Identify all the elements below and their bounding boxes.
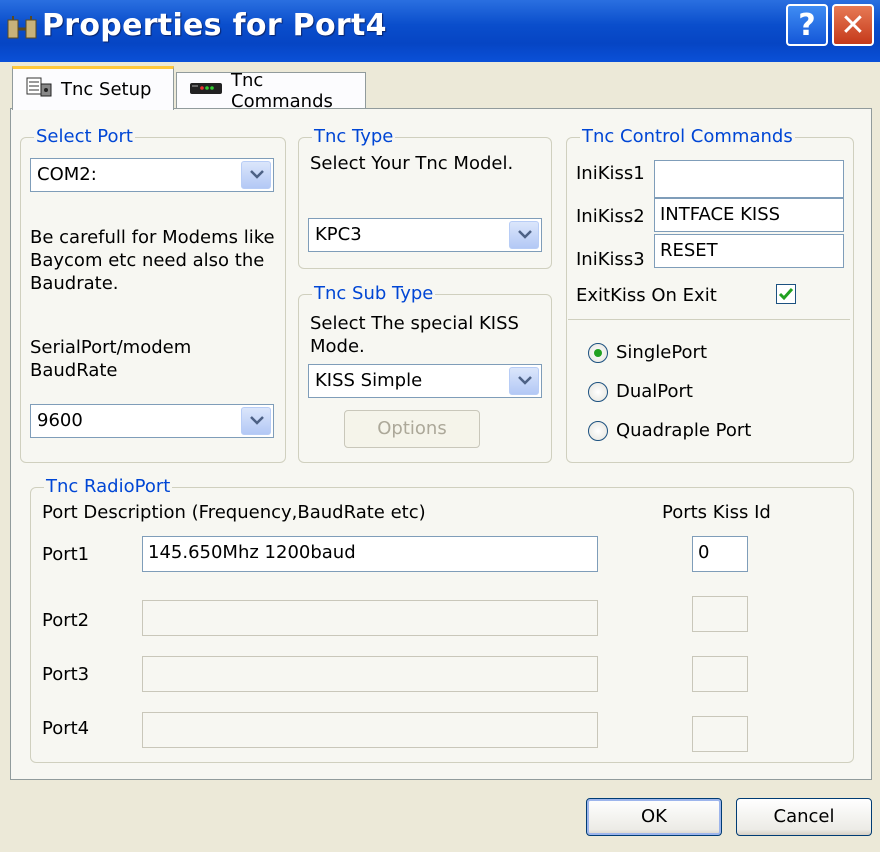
close-button[interactable]: ✕ — [832, 4, 874, 46]
radio-button[interactable] — [588, 342, 608, 363]
radio-singleport-label: SinglePort — [616, 342, 708, 363]
baudrate-select[interactable]: 9600 — [30, 404, 274, 438]
chevron-down-icon[interactable] — [241, 407, 271, 435]
modem-icon — [189, 80, 223, 101]
kiss-mode-value: KISS Simple — [315, 370, 423, 391]
checkmark-icon — [778, 288, 794, 301]
ok-button[interactable]: OK — [586, 798, 722, 836]
radio-dualport-label: DualPort — [616, 381, 693, 402]
port4-description-input[interactable] — [142, 712, 598, 748]
port2-description-input[interactable] — [142, 600, 598, 636]
baudrate-label-line: BaudRate — [30, 360, 118, 381]
inikiss1-input[interactable] — [654, 160, 844, 198]
chevron-down-icon[interactable] — [509, 367, 539, 395]
cancel-button[interactable]: Cancel — [736, 798, 872, 836]
tnc-model-value: KPC3 — [315, 224, 362, 245]
inikiss3-label: IniKiss3 — [576, 249, 645, 270]
port3-description-input[interactable] — [142, 656, 598, 692]
tab-tnc-commands-label: Tnc Commands — [231, 69, 333, 112]
tnc-sub-type-legend: Tnc Sub Type — [312, 283, 436, 304]
exitkiss-checkbox[interactable] — [776, 284, 796, 304]
radio-quadrapleport[interactable]: Quadraple Port — [588, 419, 751, 442]
window-title: Properties for Port4 — [42, 8, 387, 43]
modem-note-line: Baudrate. — [30, 273, 119, 294]
options-button[interactable]: Options — [344, 410, 480, 448]
modem-note: Be carefull for Modems like Baycom etc n… — [30, 226, 280, 295]
baudrate-label: SerialPort/modem BaudRate — [30, 336, 280, 382]
tnc-model-select[interactable]: KPC3 — [308, 218, 542, 252]
baudrate-label-line: SerialPort/modem — [30, 337, 192, 358]
tab-tnc-setup-label: Tnc Setup — [61, 79, 152, 100]
port3-label: Port3 — [42, 664, 90, 685]
radio-dot — [594, 348, 602, 357]
exitkiss-label: ExitKiss On Exit — [576, 285, 717, 306]
radio-button[interactable] — [588, 420, 608, 441]
control-commands-legend: Tnc Control Commands — [580, 126, 795, 147]
port1-label: Port1 — [42, 544, 90, 565]
port-select-value: COM2: — [37, 164, 97, 185]
modem-note-line: Baycom etc need also the — [30, 250, 265, 271]
tab-tnc-commands[interactable]: Tnc Commands — [176, 70, 366, 112]
inikiss1-label: IniKiss1 — [576, 163, 645, 184]
port1-description-input[interactable]: 145.650Mhz 1200baud — [142, 536, 598, 572]
chevron-down-icon[interactable] — [509, 221, 539, 249]
app-icon — [6, 14, 40, 46]
tnc-sub-type-hint-line: Mode. — [310, 336, 365, 357]
port4-label: Port4 — [42, 718, 90, 739]
tnc-sub-type-hint-line: Select The special KISS — [310, 313, 519, 334]
inikiss3-input[interactable]: RESET — [654, 234, 844, 268]
baudrate-select-value: 9600 — [37, 410, 83, 431]
kiss-id-header: Ports Kiss Id — [662, 502, 771, 523]
help-button[interactable]: ? — [786, 4, 828, 46]
radio-singleport[interactable]: SinglePort — [588, 341, 707, 364]
modem-note-line: Be carefull for Modems like — [30, 227, 275, 248]
port4-kiss-id-input[interactable] — [692, 716, 748, 752]
tnc-type-legend: Tnc Type — [312, 126, 396, 147]
port2-label: Port2 — [42, 610, 90, 631]
radio-port-legend: Tnc RadioPort — [44, 476, 173, 497]
chevron-down-icon[interactable] — [241, 161, 271, 189]
radio-quadrapleport-label: Quadraple Port — [616, 420, 752, 441]
kiss-mode-select[interactable]: KISS Simple — [308, 364, 542, 398]
port-select[interactable]: COM2: — [30, 158, 274, 192]
port2-kiss-id-input[interactable] — [692, 596, 748, 632]
tab-tnc-setup[interactable]: Tnc Setup — [12, 66, 174, 110]
tnc-setup-icon — [25, 75, 53, 104]
port3-kiss-id-input[interactable] — [692, 656, 748, 692]
tnc-type-hint: Select Your Tnc Model. — [310, 153, 514, 174]
tnc-sub-type-hint: Select The special KISS Mode. — [310, 312, 519, 358]
port-description-header: Port Description (Frequency,BaudRate etc… — [42, 502, 426, 523]
radio-button[interactable] — [588, 381, 608, 402]
inikiss2-input[interactable]: INTFACE KISS — [654, 198, 844, 232]
select-port-legend: Select Port — [34, 126, 135, 147]
port1-kiss-id-input[interactable]: 0 — [692, 536, 748, 572]
divider — [568, 319, 850, 320]
radio-dualport[interactable]: DualPort — [588, 380, 693, 403]
inikiss2-label: IniKiss2 — [576, 206, 645, 227]
